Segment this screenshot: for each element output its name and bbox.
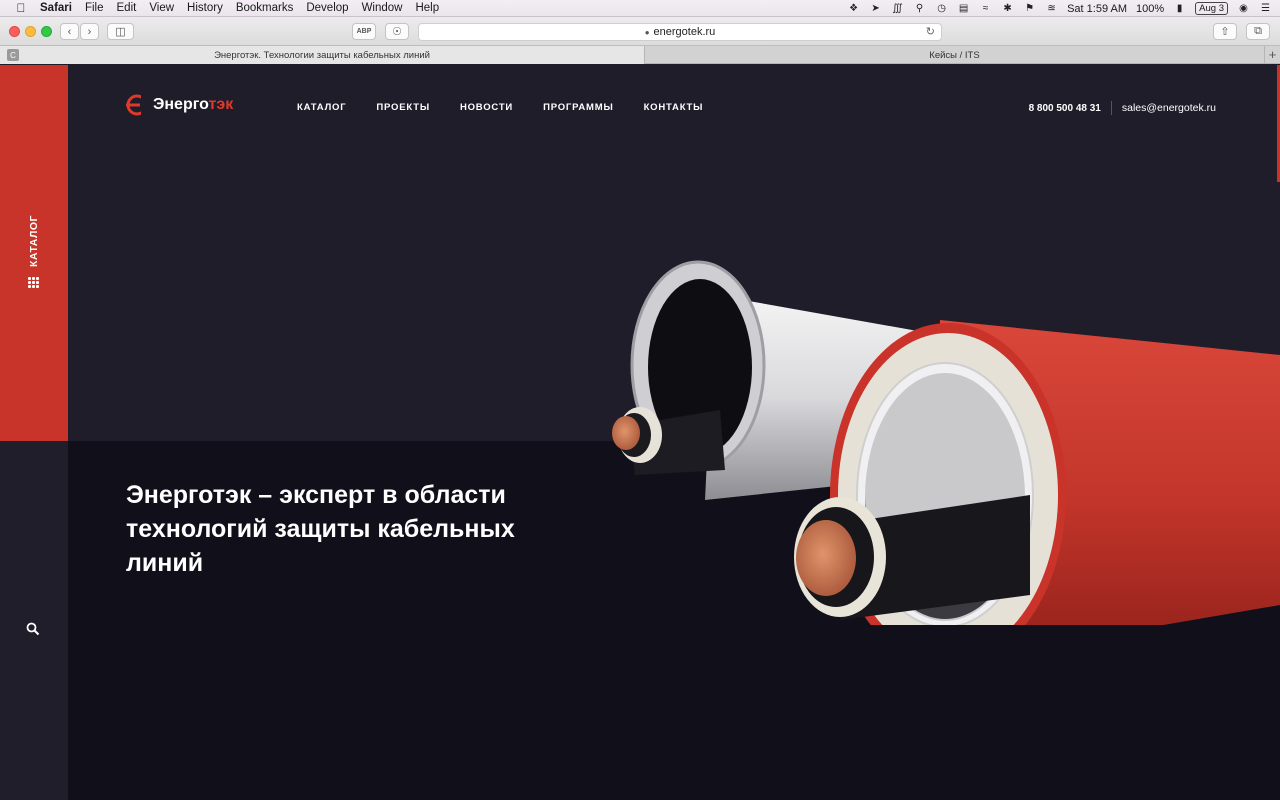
menu-view[interactable]: View: [149, 2, 174, 14]
nav-news[interactable]: НОВОСТИ: [460, 102, 513, 113]
site-logo[interactable]: Энерготэк: [126, 93, 233, 117]
share-icon: ⇧: [1220, 26, 1230, 38]
reload-icon[interactable]: ↻: [926, 25, 935, 38]
cable-pipes-image: [612, 260, 1280, 625]
forward-button[interactable]: ›: [80, 23, 99, 40]
menu-help[interactable]: Help: [415, 2, 439, 14]
logo-mark-icon: [126, 94, 148, 116]
menu-bar:  Safari File Edit View History Bookmark…: [0, 0, 1280, 17]
tab-bar: C Энерготэк. Технологии защиты кабельных…: [0, 46, 1280, 64]
nav-projects[interactable]: ПРОЕКТЫ: [376, 102, 430, 113]
menu-develop[interactable]: Develop: [306, 2, 348, 14]
adblock-icon: ABP: [356, 28, 372, 35]
contacts-divider: [1110, 101, 1112, 115]
extension-button[interactable]: ☉: [385, 23, 409, 40]
chevron-left-icon: ‹: [67, 25, 72, 38]
adblock-button[interactable]: ABP: [352, 23, 376, 40]
clock-text[interactable]: Sat 1:59 AM: [1067, 3, 1127, 15]
pin-icon[interactable]: ⚲: [913, 3, 926, 14]
back-button[interactable]: ‹: [60, 23, 79, 40]
clock-icon[interactable]: ◷: [935, 3, 948, 14]
tab-energotek[interactable]: C Энерготэк. Технологии защиты кабельных…: [0, 46, 645, 64]
menu-bookmarks[interactable]: Bookmarks: [236, 2, 294, 14]
logo-text-main: Энерго: [153, 96, 209, 113]
chevron-right-icon: ›: [87, 25, 92, 38]
tab-its[interactable]: Кейсы / ITS: [645, 46, 1265, 64]
minimize-window-button[interactable]: [25, 26, 36, 37]
menu-history[interactable]: History: [187, 2, 223, 14]
menu-edit[interactable]: Edit: [117, 2, 137, 14]
status-area: ❖ ➤ ∭ ⚲ ◷ ▤ ≈ ✱ ⚑ ≊ Sat 1:59 AM 100% ▮ A…: [847, 0, 1272, 17]
search-icon[interactable]: [25, 621, 41, 637]
sidebar-icon: ◫: [115, 26, 126, 38]
tab-title: Кейсы / ITS: [929, 49, 980, 61]
nav-programs[interactable]: ПРОГРАММЫ: [543, 102, 614, 113]
nav-contacts[interactable]: КОНТАКТЫ: [644, 102, 704, 113]
notes-icon[interactable]: ▤: [957, 3, 970, 14]
sidebar-toggle-button[interactable]: ◫: [107, 23, 134, 40]
menu-app-name[interactable]: Safari: [40, 2, 72, 14]
battery-icon[interactable]: ▮: [1173, 3, 1186, 14]
notification-center-icon[interactable]: ☰: [1259, 3, 1272, 14]
zoom-window-button[interactable]: [41, 26, 52, 37]
tabs-overview-button[interactable]: ⧉: [1246, 23, 1270, 40]
main-nav: КАТАЛОГ ПРОЕКТЫ НОВОСТИ ПРОГРАММЫ КОНТАК…: [297, 102, 703, 113]
flag-icon[interactable]: ⚑: [1023, 3, 1036, 14]
address-bar[interactable]: ● energotek.ru ↻: [418, 23, 942, 41]
favicon-icon: C: [7, 49, 19, 61]
battery-text[interactable]: 100%: [1136, 3, 1164, 15]
phone-link[interactable]: 8 800 500 48 31: [1029, 103, 1101, 114]
side-catalog-label[interactable]: КАТАЛОГ: [28, 215, 40, 267]
extension-icon: ☉: [392, 26, 402, 38]
tabs-icon: ⧉: [1254, 25, 1262, 37]
browser-toolbar: ‹ › ◫ ABP ☉ ● energotek.ru ↻ ⇧ ⧉: [0, 17, 1280, 46]
url-text: energotek.ru: [653, 26, 716, 38]
nav-catalog[interactable]: КАТАЛОГ: [297, 102, 346, 113]
grid-menu-icon[interactable]: [28, 277, 39, 288]
share-button[interactable]: ⇧: [1213, 23, 1237, 40]
bluetooth-icon[interactable]: ✱: [1001, 3, 1014, 14]
date-badge[interactable]: Aug 3: [1195, 2, 1228, 15]
new-tab-button[interactable]: +: [1265, 46, 1280, 63]
menu-file[interactable]: File: [85, 2, 104, 14]
telegram-icon[interactable]: ➤: [869, 3, 882, 14]
dropbox-icon[interactable]: ❖: [847, 3, 860, 14]
airplay-icon[interactable]: ≈: [979, 3, 992, 14]
paperclip-icon[interactable]: ∭: [891, 3, 904, 14]
email-link[interactable]: sales@energotek.ru: [1122, 102, 1216, 114]
apple-menu-icon[interactable]: : [14, 1, 28, 15]
siri-icon[interactable]: ◉: [1237, 3, 1250, 14]
hero-title: Энерготэк – эксперт в области технологий…: [126, 481, 515, 577]
logo-text-accent: тэк: [208, 96, 234, 113]
header-contacts: 8 800 500 48 31 sales@energotek.ru: [1029, 101, 1216, 115]
tab-title: Энерготэк. Технологии защиты кабельных л…: [214, 49, 430, 61]
close-window-button[interactable]: [9, 26, 20, 37]
web-page: КАТАЛОГ Энерготэк КАТАЛОГ ПРОЕКТЫ НОВОСТ…: [0, 65, 1280, 800]
wifi-icon[interactable]: ≊: [1045, 3, 1058, 14]
side-catalog-panel[interactable]: КАТАЛОГ: [0, 65, 68, 441]
lock-icon: ●: [644, 27, 650, 37]
menu-window[interactable]: Window: [362, 2, 403, 14]
